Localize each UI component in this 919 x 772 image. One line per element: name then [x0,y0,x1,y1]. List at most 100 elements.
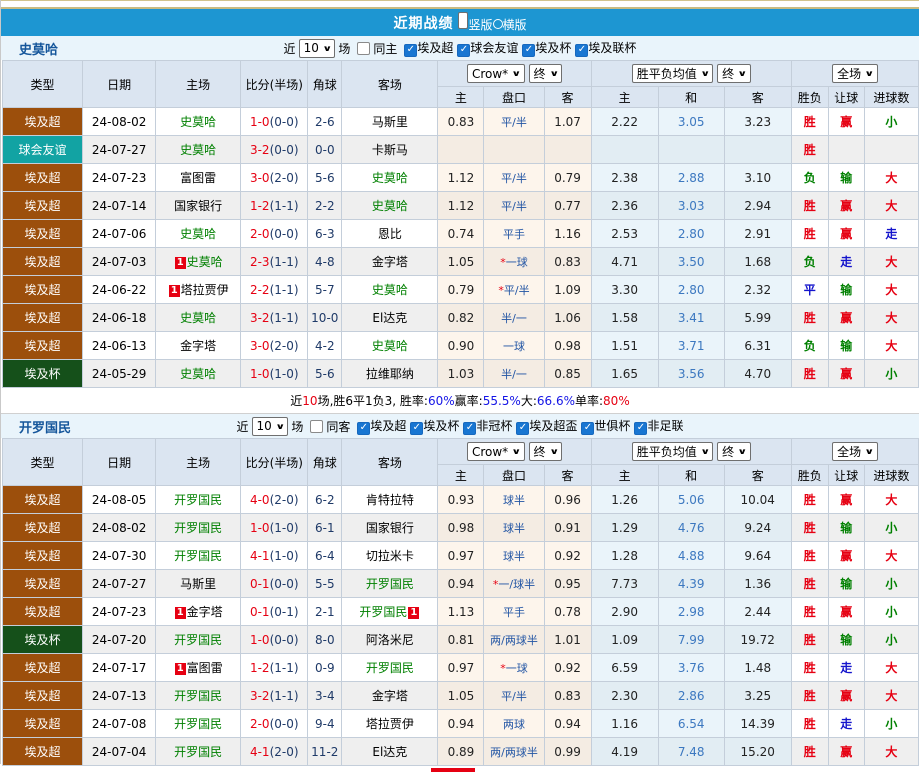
result-cell: 胜 [790,359,829,388]
same-venue-checkbox[interactable] [310,419,324,433]
odds-handicap-cell: 平手 [483,219,545,248]
avg-draw-cell: 5.06 [657,485,725,514]
score-cell: 1-0(0-0) [240,107,309,136]
odds-away-cell: 0.85 [543,359,592,388]
league-type-cell: 埃及杯 [1,625,84,654]
same-venue-checkbox[interactable] [357,41,371,55]
team-label: 史莫哈 [180,143,217,157]
league-checkbox[interactable]: ✓ [457,43,471,57]
odds-home-cell: 0.90 [437,331,485,360]
halftime-score: (0-0) [269,716,299,731]
league-checkbox[interactable]: ✓ [634,421,648,435]
layout-radio-label[interactable]: 竖版 [468,18,492,32]
avg-away-cell: 2.44 [723,597,792,626]
league-checkbox[interactable]: ✓ [522,43,536,57]
layout-radio-horizontal[interactable] [492,19,503,29]
chevron-down-icon: ∨ [548,68,559,78]
score-cell: 2-0(0-0) [240,709,309,738]
handicap-result-cell: 赢 [827,107,865,136]
corner-cell: 6-3 [307,219,343,248]
league-type-cell: 埃及超 [1,513,84,542]
goals-cell: 大 [863,303,919,332]
goals-cell: 大 [863,331,919,360]
fulltime-score: 4-1 [249,548,270,563]
league-checkbox[interactable]: ✓ [575,43,589,57]
fulltime-score: 4-0 [249,492,270,507]
league-checkbox[interactable]: ✓ [357,421,371,435]
halftime-score: (2-0) [269,338,299,353]
away-team-cell: 切拉米卡 [341,541,439,570]
handicap-result-cell: 赢 [827,485,865,514]
sub-header-odds-home: 主 [437,464,485,486]
red-card-icon: 1 [174,663,186,675]
odds-away-cell: 0.78 [543,597,592,626]
team-label: 史莫哈 [180,115,217,129]
odds-away-cell: 0.95 [543,569,592,598]
halftime-score: (1-0) [269,366,299,381]
avg-source-select[interactable]: 胜平负均值 ∨ [631,442,714,461]
avg-source-select[interactable]: 胜平负均值 ∨ [631,64,714,83]
score-cell: 1-0(0-0) [240,625,309,654]
sub-header-avg-home: 主 [590,86,659,108]
team-label: 金字塔 [371,689,408,703]
league-checkbox[interactable]: ✓ [404,43,418,57]
halftime-score: (0-0) [269,576,299,591]
layout-radio-label[interactable]: 横版 [503,18,527,32]
score-cell: 3-0(2-0) [240,163,309,192]
odds-handicap-cell: 半/一 [483,303,545,332]
match-count-select[interactable]: 10 ∨ [251,416,289,436]
odds-handicap-cell: 平/半 [483,191,545,220]
halftime-score: (1-1) [269,310,299,325]
result-cell: 负 [790,247,829,276]
halftime-score: (1-1) [269,688,299,703]
handicap-result-cell: 赢 [827,737,865,766]
handicap-result-cell [827,135,865,164]
team-label: El达克 [372,311,408,325]
team-section: 开罗国民 近 10 ∨ 场 同客 ✓ 埃及超 ✓ 埃及杯 ✓ 非冠杯 ✓ 埃及超盃 ✓ 世俱杯 ✓ 非… [1,414,919,772]
avg-home-cell: 2.30 [590,681,659,710]
team-label: 开罗国民 [365,661,414,675]
corner-cell: 8-0 [307,625,343,654]
chevron-down-icon: ∨ [548,446,559,456]
scope-select[interactable]: 全场 ∨ [832,442,878,461]
corner-cell: 6-1 [307,513,343,542]
league-type-cell: 球会友谊 [1,135,84,164]
sub-header-handicap: 盘口 [483,464,545,486]
avg-final-select[interactable]: 终 ∨ [717,64,751,83]
odds-source-select[interactable]: Crow* ∨ [466,442,525,462]
odds-final-select[interactable]: 终 ∨ [528,63,563,83]
handicap-result-cell: 赢 [827,191,865,220]
layout-radio-vertical[interactable] [458,12,469,29]
avg-final-select[interactable]: 终 ∨ [717,442,751,461]
league-checkbox[interactable]: ✓ [581,421,595,435]
league-checkbox-label: 埃及联杯 [588,41,637,56]
odds-source-select[interactable]: Crow* ∨ [466,64,525,84]
fulltime-score: 1-0 [249,366,270,381]
away-team-cell: 史莫哈 [341,275,439,304]
league-checkbox[interactable]: ✓ [516,421,530,435]
result-cell: 胜 [790,653,829,682]
match-count-select[interactable]: 10 ∨ [298,38,336,58]
league-checkbox[interactable]: ✓ [410,421,424,435]
avg-draw-cell: 3.03 [657,191,725,220]
fulltime-score: 1-2 [249,660,270,675]
col-header-home: 主场 [155,60,242,108]
home-team-cell: 开罗国民 [155,513,242,542]
score-cell: 2-0(0-0) [240,219,309,248]
scope-select[interactable]: 全场 ∨ [832,64,878,83]
league-type-cell: 埃及超 [1,709,84,738]
odds-handicap-cell: 两球 [483,709,545,738]
near-label: 近 [283,41,296,56]
league-checkbox[interactable]: ✓ [463,421,477,435]
sub-header-handicap: 盘口 [483,86,545,108]
filters: 近 10 ∨ 场 同主 ✓ 埃及超 ✓ 球会友谊 ✓ 埃及杯 ✓ 埃及联杯 [283,38,637,58]
goals-cell: 走 [863,219,919,248]
team-name: 开罗国民 [19,420,72,436]
odds-final-select[interactable]: 终 ∨ [528,441,563,461]
score-cell: 2-3(1-1) [240,247,309,276]
sub-header-avg-draw: 和 [657,464,725,486]
handicap-label: 一/球半 [498,577,536,591]
avg-home-cell: 1.51 [590,331,659,360]
layout-radio-group: 竖版 横版 [458,12,527,33]
team-label: 金字塔 [180,339,217,353]
